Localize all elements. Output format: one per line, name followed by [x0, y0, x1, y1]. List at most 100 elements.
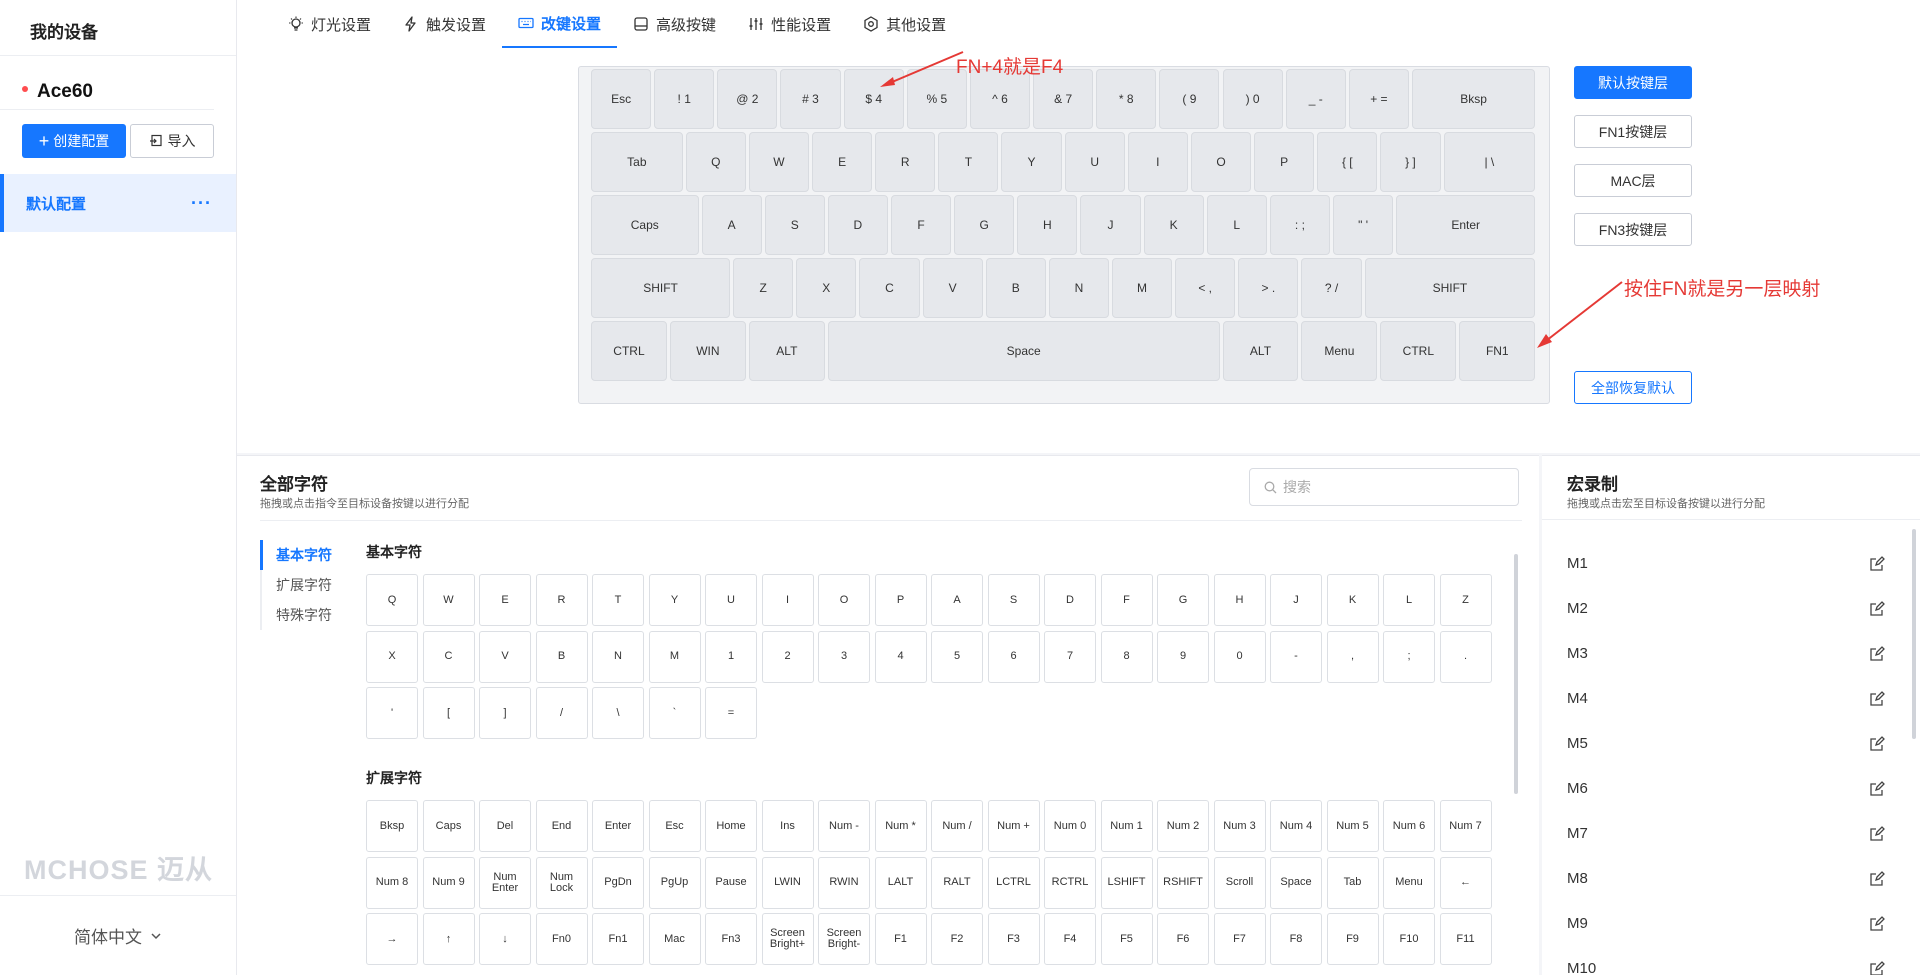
char-key[interactable]: F6	[1157, 913, 1209, 965]
char-key[interactable]: Menu	[1383, 856, 1435, 909]
char-key[interactable]: Num 5	[1326, 800, 1379, 852]
char-key[interactable]: Num Enter	[479, 856, 531, 909]
keyboard-key[interactable]: V	[922, 258, 983, 318]
char-key[interactable]: U	[705, 574, 757, 626]
keyboard-key[interactable]: H	[1017, 195, 1078, 255]
char-key[interactable]: F2	[931, 913, 983, 965]
scrollbar[interactable]	[1514, 554, 1518, 794]
keyboard-key[interactable]: R	[875, 132, 936, 192]
char-key[interactable]: Num 9	[422, 856, 475, 909]
language-selector[interactable]: 简体中文	[0, 895, 236, 975]
more-icon[interactable]: ···	[191, 193, 212, 214]
char-key[interactable]: Num 0	[1044, 800, 1096, 852]
char-key[interactable]: C	[422, 630, 475, 683]
char-key[interactable]: Ins	[761, 800, 814, 852]
keyboard-key[interactable]: SHIFT	[591, 258, 731, 318]
macro-item[interactable]: M2	[1567, 586, 1885, 631]
char-key[interactable]: ;	[1383, 630, 1435, 683]
layer-button[interactable]: FN1按键层	[1574, 115, 1692, 148]
keyboard-key[interactable]: CTRL	[591, 321, 667, 381]
tab-4[interactable]: 高级按键	[617, 0, 732, 48]
char-key[interactable]: =	[705, 687, 757, 739]
char-key[interactable]: Num 6	[1383, 800, 1435, 852]
tab-1[interactable]: 灯光设置	[272, 0, 387, 48]
keyboard-key[interactable]: < ,	[1175, 258, 1236, 318]
char-key[interactable]: Num 7	[1439, 800, 1492, 852]
edit-icon[interactable]	[1869, 555, 1885, 572]
keyboard-key[interactable]: * 8	[1096, 69, 1157, 129]
char-key[interactable]: 1	[705, 630, 757, 683]
keyboard-key[interactable]: A	[701, 195, 762, 255]
category-item[interactable]: 特殊字符	[262, 600, 332, 630]
category-item[interactable]: 扩展字符	[262, 570, 332, 600]
keyboard-key[interactable]: T	[938, 132, 999, 192]
keyboard-key[interactable]: ) 0	[1222, 69, 1283, 129]
char-key[interactable]: Home	[705, 800, 757, 852]
char-key[interactable]: Scroll	[1213, 856, 1266, 909]
char-key[interactable]: Enter	[592, 800, 644, 852]
keyboard-key[interactable]: P	[1254, 132, 1315, 192]
char-key[interactable]: 0	[1213, 630, 1266, 683]
keyboard-key[interactable]: Esc	[591, 69, 652, 129]
char-key[interactable]: 6	[987, 630, 1040, 683]
keyboard-key[interactable]: _ -	[1285, 69, 1346, 129]
keyboard-key[interactable]: W	[748, 132, 810, 192]
char-key[interactable]: `	[648, 687, 701, 739]
device-item[interactable]: Ace60	[0, 56, 214, 110]
char-key[interactable]: 3	[818, 630, 870, 683]
char-key[interactable]: Fn3	[705, 913, 757, 965]
char-key[interactable]: Fn1	[592, 913, 644, 965]
char-key[interactable]: Num 8	[366, 856, 418, 909]
char-key[interactable]: Mac	[648, 913, 701, 965]
char-key[interactable]: RCTRL	[1044, 856, 1096, 909]
char-key[interactable]: 4	[874, 630, 927, 683]
edit-icon[interactable]	[1869, 780, 1885, 797]
tab-3[interactable]: 改键设置	[502, 0, 618, 48]
char-key[interactable]: Z	[1439, 574, 1492, 626]
char-key[interactable]: Num 1	[1100, 800, 1153, 852]
keyboard-key[interactable]: Z	[733, 258, 794, 318]
char-key[interactable]: J	[1270, 574, 1322, 626]
edit-icon[interactable]	[1869, 600, 1885, 617]
char-key[interactable]: PgDn	[592, 856, 644, 909]
keyboard-key[interactable]: CTRL	[1380, 321, 1457, 381]
char-key[interactable]: Caps	[422, 800, 475, 852]
layer-button[interactable]: FN3按键层	[1574, 213, 1692, 246]
char-key[interactable]: Screen Bright+	[761, 913, 814, 965]
macro-item[interactable]: M3	[1567, 631, 1885, 676]
macro-item[interactable]: M4	[1567, 676, 1885, 721]
keyboard-key[interactable]: : ;	[1269, 195, 1330, 255]
edit-icon[interactable]	[1869, 690, 1885, 707]
char-key[interactable]: H	[1213, 574, 1266, 626]
keyboard-key[interactable]: I	[1127, 132, 1188, 192]
char-key[interactable]: RWIN	[818, 856, 870, 909]
keyboard-key[interactable]: FN1	[1459, 321, 1536, 381]
keyboard-key[interactable]: # 3	[780, 69, 841, 129]
char-key[interactable]: Fn0	[535, 913, 588, 965]
char-key[interactable]: P	[874, 574, 927, 626]
keyboard-key[interactable]: F	[890, 195, 952, 255]
keyboard-key[interactable]: } ]	[1380, 132, 1441, 192]
char-key[interactable]: Pause	[705, 856, 757, 909]
category-item[interactable]: 基本字符	[260, 540, 332, 570]
keyboard-key[interactable]: | \	[1443, 132, 1536, 192]
keyboard-key[interactable]: ? /	[1301, 258, 1362, 318]
char-key[interactable]: F5	[1100, 913, 1153, 965]
keyboard-key[interactable]: O	[1190, 132, 1252, 192]
edit-icon[interactable]	[1869, 915, 1885, 932]
char-key[interactable]: [	[422, 687, 475, 739]
char-key[interactable]: PgUp	[648, 856, 701, 909]
macro-item[interactable]: M6	[1567, 766, 1885, 811]
char-key[interactable]: K	[1326, 574, 1379, 626]
keyboard-key[interactable]: ! 1	[654, 69, 715, 129]
import-button[interactable]: 导入	[130, 124, 214, 158]
keyboard-key[interactable]: Q	[685, 132, 746, 192]
char-key[interactable]: 8	[1100, 630, 1153, 683]
keyboard-key[interactable]: ALT	[1222, 321, 1299, 381]
char-key[interactable]: E	[479, 574, 531, 626]
char-key[interactable]: G	[1157, 574, 1209, 626]
char-key[interactable]: T	[592, 574, 644, 626]
char-key[interactable]: Space	[1270, 856, 1322, 909]
keyboard-key[interactable]: Tab	[591, 132, 683, 192]
char-key[interactable]: .	[1439, 630, 1492, 683]
